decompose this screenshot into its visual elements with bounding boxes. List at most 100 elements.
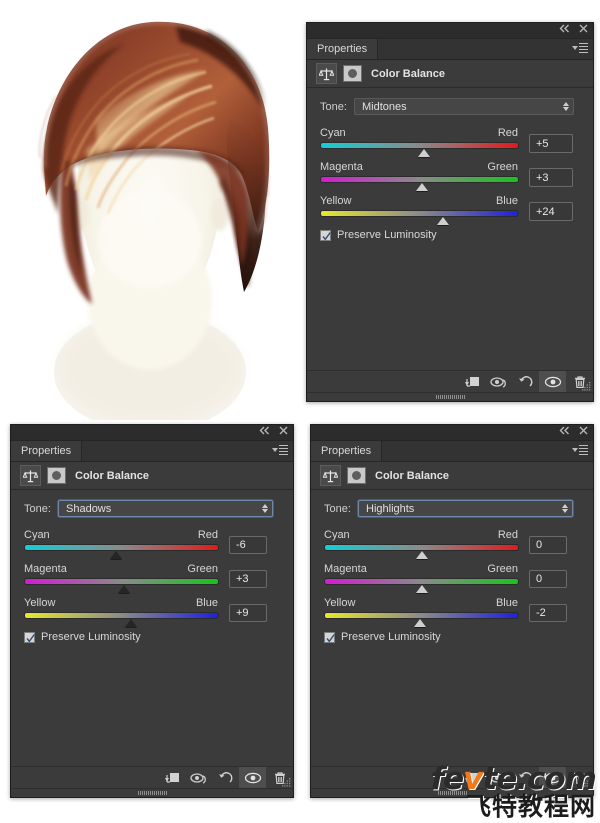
slider-left-label: Magenta — [324, 563, 367, 575]
slider-left-label: Yellow — [324, 597, 356, 609]
reset-adjustment-icon[interactable] — [212, 767, 239, 789]
slider-thumb[interactable] — [415, 551, 428, 559]
slider-magenta-green[interactable]: Magenta Green +3 — [24, 563, 280, 593]
slider-cyan-red[interactable]: Cyan Red +5 — [320, 127, 580, 157]
preserve-luminosity-checkbox[interactable] — [320, 229, 331, 241]
collapse-double-arrow-icon[interactable] — [259, 426, 270, 435]
slider-left-label: Cyan — [24, 529, 50, 541]
properties-panel-highlights[interactable]: Properties Color Balance Tone: Highlight… — [310, 424, 594, 798]
slider-group: Cyan Red +5 Magenta Green +3 Yellow Blue… — [307, 115, 593, 241]
slider-track[interactable] — [320, 210, 519, 225]
tone-label: Tone: — [320, 100, 347, 113]
tone-select[interactable]: Midtones — [354, 98, 574, 115]
slider-right-label: Blue — [495, 597, 518, 609]
panel-menu-icon[interactable] — [572, 43, 588, 53]
slider-value-box[interactable]: -2 — [529, 604, 567, 622]
slider-yellow-blue[interactable]: Yellow Blue +9 — [24, 597, 280, 627]
clip-to-layer-icon[interactable] — [158, 767, 185, 789]
slider-track[interactable] — [324, 544, 519, 559]
slider-yellow-blue[interactable]: Yellow Blue -2 — [324, 597, 580, 627]
tone-select-stepper-icon[interactable] — [563, 102, 569, 111]
tab-properties[interactable]: Properties — [11, 441, 83, 461]
tab-properties[interactable]: Properties — [311, 441, 383, 461]
resize-grip-icon[interactable] — [582, 382, 591, 391]
preserve-luminosity-row[interactable]: Preserve Luminosity — [320, 229, 580, 241]
panel-tab-row[interactable]: Properties — [311, 441, 593, 462]
panel-tab-row[interactable]: Properties — [307, 39, 593, 60]
close-icon[interactable] — [579, 426, 588, 435]
tone-row: Tone: Highlights — [311, 500, 593, 517]
tone-select-stepper-icon[interactable] — [562, 504, 568, 513]
slider-value-box[interactable]: -6 — [229, 536, 267, 554]
slider-value-box[interactable]: +3 — [529, 168, 573, 187]
artwork-illustration — [0, 0, 300, 420]
slider-thumb[interactable] — [437, 217, 450, 225]
panel-menu-icon[interactable] — [272, 445, 288, 455]
slider-thumb[interactable] — [125, 619, 138, 627]
slider-thumb[interactable] — [109, 551, 122, 559]
clip-to-layer-icon[interactable] — [458, 371, 485, 393]
layer-mask-thumbnail-icon[interactable] — [47, 467, 66, 484]
tone-select-stepper-icon[interactable] — [262, 504, 268, 513]
slider-value-box[interactable]: +9 — [229, 604, 267, 622]
slider-track[interactable] — [24, 544, 219, 559]
slider-value: +24 — [536, 205, 555, 218]
slider-magenta-green[interactable]: Magenta Green +3 — [320, 161, 580, 191]
resize-grip-icon[interactable] — [282, 778, 291, 787]
slider-track[interactable] — [324, 578, 519, 593]
close-icon[interactable] — [579, 24, 588, 33]
slider-thumb[interactable] — [118, 585, 131, 593]
slider-yellow-blue[interactable]: Yellow Blue +24 — [320, 195, 580, 225]
layer-mask-thumbnail-icon[interactable] — [343, 65, 362, 82]
reset-adjustment-icon[interactable] — [512, 371, 539, 393]
preserve-luminosity-row[interactable]: Preserve Luminosity — [324, 631, 580, 643]
view-previous-state-icon[interactable] — [485, 371, 512, 393]
preserve-luminosity-checkbox[interactable] — [24, 631, 35, 643]
collapse-double-arrow-icon[interactable] — [559, 426, 570, 435]
slider-cyan-red[interactable]: Cyan Red 0 — [324, 529, 580, 559]
panel-menu-icon[interactable] — [572, 445, 588, 455]
tone-select[interactable]: Shadows — [58, 500, 273, 517]
panel-grip-bar[interactable] — [307, 392, 593, 401]
slider-thumb[interactable] — [416, 183, 429, 191]
slider-track[interactable] — [24, 578, 219, 593]
tone-select-value: Highlights — [366, 502, 415, 515]
slider-cyan-red[interactable]: Cyan Red -6 — [24, 529, 280, 559]
slider-thumb[interactable] — [418, 149, 431, 157]
slider-track[interactable] — [320, 142, 519, 157]
layer-mask-thumbnail-icon[interactable] — [347, 467, 366, 484]
slider-magenta-green[interactable]: Magenta Green 0 — [324, 563, 580, 593]
panel-footer — [11, 766, 293, 789]
properties-panel-midtones[interactable]: Properties Color Balance Tone: Midtones … — [306, 22, 594, 402]
tab-properties[interactable]: Properties — [307, 39, 379, 59]
collapse-double-arrow-icon[interactable] — [559, 24, 570, 33]
slider-right-label: Red — [497, 529, 518, 541]
tone-select[interactable]: Highlights — [358, 500, 573, 517]
slider-track[interactable] — [324, 612, 519, 627]
slider-track[interactable] — [320, 176, 519, 191]
slider-value: 0 — [536, 539, 543, 551]
properties-panel-shadows[interactable]: Properties Color Balance Tone: Shadows C… — [10, 424, 294, 798]
slider-thumb[interactable] — [413, 619, 426, 627]
slider-value-box[interactable]: +24 — [529, 202, 573, 221]
color-balance-scales-icon[interactable] — [316, 63, 337, 84]
slider-left-label: Yellow — [320, 195, 352, 207]
color-balance-scales-icon[interactable] — [20, 465, 41, 486]
preserve-luminosity-checkbox[interactable] — [324, 631, 335, 643]
slider-value-box[interactable]: +5 — [529, 134, 573, 153]
preserve-luminosity-row[interactable]: Preserve Luminosity — [24, 631, 280, 643]
watermark-chinese: 飞特教程网 — [465, 792, 596, 821]
panel-tab-row[interactable]: Properties — [11, 441, 293, 462]
slider-value-box[interactable]: +3 — [229, 570, 267, 588]
slider-value-box[interactable]: 0 — [529, 536, 567, 554]
color-balance-scales-icon[interactable] — [320, 465, 341, 486]
slider-thumb[interactable] — [415, 585, 428, 593]
close-icon[interactable] — [279, 426, 288, 435]
view-previous-state-icon[interactable] — [185, 767, 212, 789]
slider-track[interactable] — [24, 612, 219, 627]
toggle-layer-visibility-icon[interactable] — [239, 767, 266, 789]
slider-value-box[interactable]: 0 — [529, 570, 567, 588]
panel-grip-bar[interactable] — [11, 788, 293, 797]
preserve-luminosity-label: Preserve Luminosity — [41, 631, 141, 643]
toggle-layer-visibility-icon[interactable] — [539, 371, 566, 393]
